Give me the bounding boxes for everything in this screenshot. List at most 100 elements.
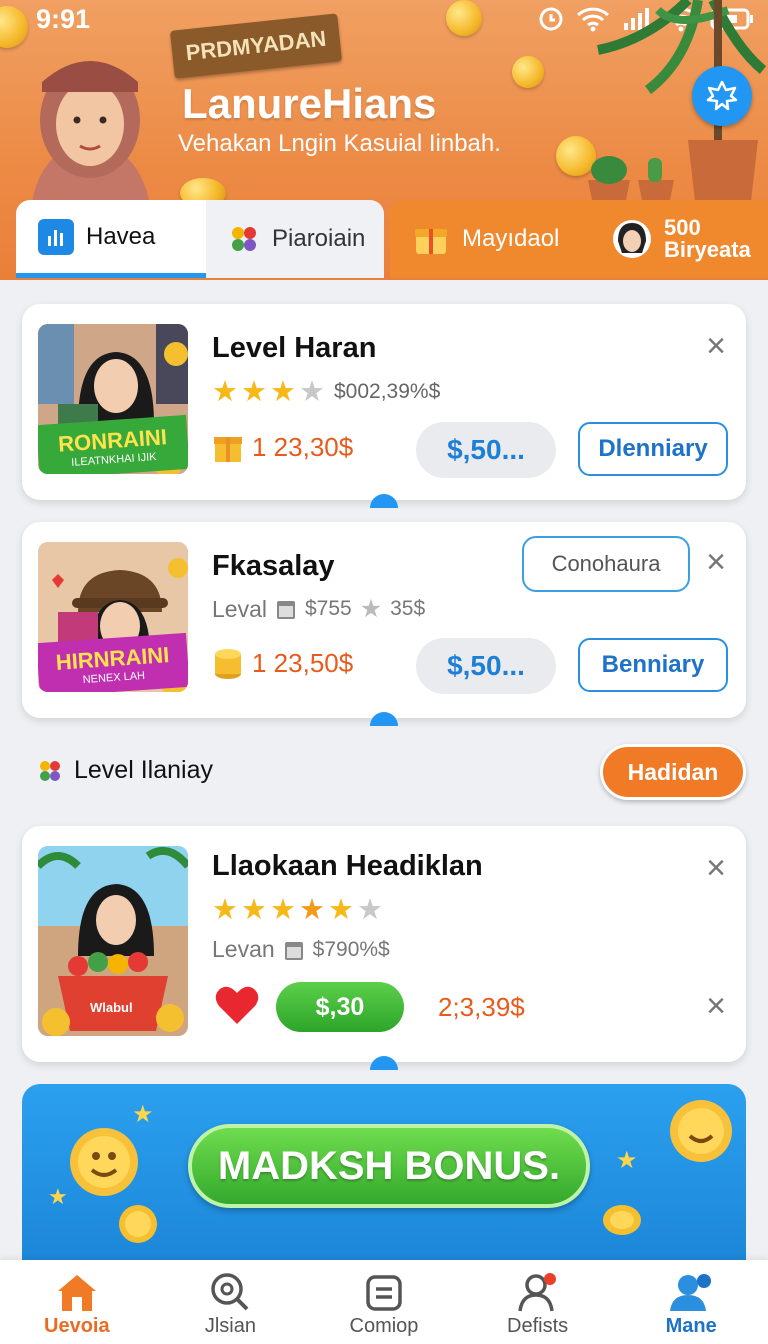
meta-value: $755 (304, 597, 352, 620)
nav-label: Comiop (349, 1315, 419, 1337)
price-pill[interactable]: $,50... (416, 422, 556, 478)
game-card[interactable]: RONRAINI ILEATNKHAI IJIK Level Haran ★ ★ ★… (22, 304, 746, 508)
star-icon: ★ (48, 1184, 68, 1209)
tab-mayidaol[interactable]: Mayıdaol (390, 200, 590, 278)
profile-icon (670, 1274, 712, 1311)
calendar-icon (284, 941, 303, 960)
nav-item-uevoia[interactable]: Uevoia (0, 1260, 154, 1344)
header-subtitle: Vehakan Lngin Kasuial Iinbah. (178, 130, 501, 157)
rating-value: $002,39%$ (334, 379, 441, 403)
meta-value-2: 35$ (390, 597, 426, 620)
home-icon (57, 1275, 96, 1311)
coin-stack-icon (215, 649, 241, 679)
game-card[interactable]: HIRNRAINI NENEX LAH Fkasalay Conohaura ×… (22, 522, 746, 726)
category-tabs: Havea Piaroiain Mayıdaol 500 Biryeata (0, 200, 768, 280)
tab-count: 500 (664, 215, 701, 240)
close-icon[interactable]: × (700, 329, 732, 363)
host-portrait (30, 61, 152, 220)
star-icon: ★ (241, 894, 267, 926)
promo-header: 9:91 PRDMYADAN LanureHians Vehakan Lngin… (0, 0, 768, 280)
tab-piaroiain[interactable]: Piaroiain (206, 200, 384, 278)
price-row: 1 23,50$ (212, 646, 353, 680)
gift-box-icon (214, 437, 242, 462)
tab-label: Mayıdaol (462, 225, 560, 252)
bonus-banner[interactable]: ★ ★ ★ MADKSH BONUS. (22, 1084, 746, 1264)
star-icon: ★ (212, 376, 238, 408)
star-empty-icon: ★ (299, 376, 325, 408)
tab-havea[interactable]: Havea (16, 200, 206, 278)
card-meta: Leval $755 ★ 35$ (212, 594, 425, 624)
star-icon: ★ (212, 894, 238, 926)
card-indicator (370, 494, 398, 508)
star-empty-icon: ★ (357, 894, 383, 926)
leaf-icon (706, 80, 738, 111)
calendar-icon (276, 601, 295, 619)
close-icon[interactable]: × (700, 851, 732, 885)
section-header: Level Ilaniay (36, 756, 213, 785)
card-title: Llaokaan Headiklan (212, 850, 483, 882)
coin-decoration (446, 0, 482, 36)
document-icon (366, 1275, 402, 1311)
star-rating: ★ ★ ★ ★ ★ ★ (212, 892, 383, 927)
price-value: 2;3,39$ (438, 992, 525, 1022)
price-value: 1 23,50$ (252, 647, 354, 678)
category-chip[interactable]: Conohaura (522, 536, 690, 592)
star-empty-icon: ★ (359, 595, 383, 623)
star-icon: ★ (270, 376, 296, 408)
star-icon: ★ (270, 894, 296, 926)
maple-badge-button[interactable] (692, 66, 752, 126)
status-time: 9:91 (36, 4, 91, 34)
bar-chart-icon (38, 218, 74, 255)
header-title: LanureHians (182, 80, 437, 127)
dismiss-icon[interactable]: × (700, 989, 732, 1023)
star-icon: ★ (299, 894, 325, 926)
apps-icon (232, 227, 256, 251)
star-icon: ★ (616, 1147, 638, 1174)
user-badge-icon (517, 1273, 556, 1312)
nav-item-mane[interactable]: Mane (614, 1260, 768, 1344)
basket-label: Wlabul (90, 1000, 133, 1015)
card-indicator (370, 712, 398, 726)
apps-icon (40, 760, 60, 781)
bottom-navigation: Uevoia Jlsian Comiop Defists Mane (0, 1260, 768, 1344)
close-icon[interactable]: × (700, 545, 732, 579)
bonus-button[interactable]: MADKSH BONUS. (188, 1124, 590, 1208)
game-card[interactable]: Wlabul Llaokaan Headiklan × ★ ★ ★ ★ ★ ★ Levan… (22, 826, 746, 1070)
card-title: Level Haran (212, 332, 377, 364)
thumbnail-title: HIRNRAINI (54, 642, 171, 675)
action-button[interactable]: Dlenniary (578, 422, 728, 476)
tab-label: Piaroiain (272, 225, 366, 252)
nav-item-defists[interactable]: Defists (461, 1260, 615, 1344)
star-icon: ★ (241, 376, 267, 408)
price-row: 1 23,30$ (212, 430, 353, 464)
smiley-coin-icon (670, 1100, 732, 1162)
star-icon: ★ (328, 894, 354, 926)
meta-label: Leval (212, 595, 267, 622)
section-title: Level Ilaniay (74, 756, 213, 784)
star-icon: ★ (132, 1101, 154, 1128)
game-thumbnail[interactable]: Wlabul (38, 846, 188, 1036)
meta-value: $790%$ (312, 937, 390, 961)
meta-label: Levan (212, 936, 275, 962)
tab-label: Havea (86, 222, 156, 250)
heart-icon[interactable] (214, 984, 260, 1026)
action-button[interactable]: Benniary (578, 638, 728, 692)
tab-biryeata[interactable]: 500 Biryeata (590, 200, 768, 278)
play-price-button[interactable]: $,30 (276, 982, 404, 1032)
nav-label: Mane (665, 1315, 717, 1337)
card-indicator (370, 1056, 398, 1070)
nav-label: Defists (507, 1315, 569, 1337)
nav-item-comiop[interactable]: Comiop (307, 1260, 461, 1344)
star-rating: ★ ★ ★ ★ $002,39%$ (212, 374, 440, 409)
smiley-coin-icon (70, 1128, 138, 1196)
nav-item-jlsian[interactable]: Jlsian (154, 1260, 308, 1344)
card-title: Fkasalay (212, 550, 335, 582)
nav-label: Jlsian (204, 1315, 256, 1337)
game-thumbnail[interactable]: RONRAINI ILEATNKHAI IJIK (38, 324, 188, 474)
card-meta: Levan $790%$ (212, 936, 390, 963)
game-thumbnail[interactable]: HIRNRAINI NENEX LAH (38, 542, 188, 692)
search-icon (211, 1273, 249, 1311)
section-action-button[interactable]: Hadidan (600, 744, 746, 800)
coin-icon (603, 1205, 641, 1235)
price-pill[interactable]: $,50... (416, 638, 556, 694)
